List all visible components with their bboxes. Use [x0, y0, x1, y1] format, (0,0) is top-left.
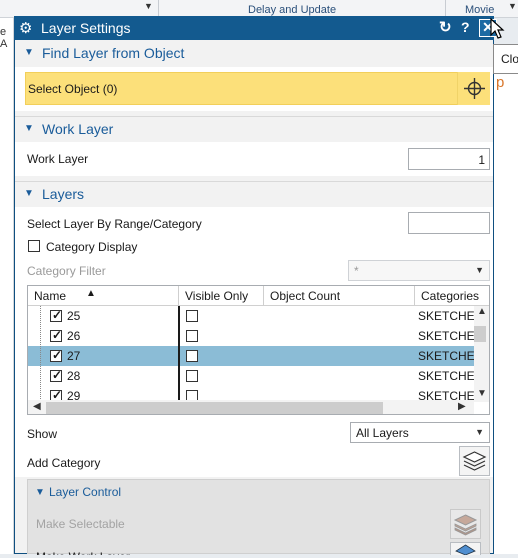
layer-name: 28 — [67, 369, 81, 383]
layer-control-group: ▼ Layer Control Make Selectable Make Wor… — [27, 479, 490, 556]
horizontal-scrollbar[interactable]: ◀ ▶ — [28, 400, 474, 414]
layer-category: SKETCHES — [418, 369, 483, 383]
column-header-name[interactable]: Name ▲ — [28, 286, 178, 306]
layer-category: SKETCHES — [418, 349, 483, 363]
category-filter-value: * — [354, 264, 359, 278]
make-work-layer-label: Make Work Layer — [36, 550, 130, 555]
work-layer-input[interactable]: 1 — [408, 148, 490, 170]
layer-name: 26 — [67, 329, 81, 343]
background-truncated-text: e A — [0, 26, 8, 50]
section-title: Find Layer from Object — [42, 45, 185, 61]
help-icon[interactable]: ? — [461, 19, 470, 35]
layer-control-title[interactable]: Layer Control — [49, 485, 121, 499]
visible-only-checkbox[interactable] — [186, 370, 198, 382]
column-header-categories[interactable]: Categories — [415, 286, 489, 306]
scroll-left-icon[interactable]: ◀ — [33, 401, 41, 412]
range-category-label: Select Layer By Range/Category — [27, 217, 202, 231]
select-object-button[interactable] — [457, 72, 490, 105]
gear-icon: ⚙ — [19, 20, 33, 37]
table-row-selected[interactable]: 27 SKETCHES — [28, 346, 483, 366]
table-row[interactable]: 25 SKETCHES — [28, 306, 483, 326]
tree-guide-line — [40, 306, 42, 401]
column-header-label: Name — [34, 289, 67, 303]
column-divider-bold — [178, 306, 180, 401]
ribbon-dropdown-arrow-icon[interactable]: ▼ — [144, 1, 153, 11]
layer-category: SKETCHES — [418, 329, 483, 343]
collapse-triangle-icon: ▼ — [24, 123, 34, 134]
scroll-up-icon[interactable]: ▲ — [477, 306, 487, 317]
range-category-input[interactable] — [408, 212, 490, 234]
select-object-label: Select Object (0) — [28, 82, 118, 96]
add-category-button[interactable] — [459, 446, 490, 476]
section-title: Work Layer — [42, 121, 114, 137]
scroll-down-icon[interactable]: ▼ — [477, 388, 487, 399]
section-title: Layers — [42, 186, 85, 202]
make-selectable-label: Make Selectable — [36, 517, 125, 531]
scrollbar-thumb[interactable] — [46, 402, 383, 414]
category-display-label: Category Display — [46, 240, 138, 254]
collapse-triangle-icon: ▼ — [24, 47, 34, 58]
vertical-scrollbar[interactable]: ▲ ▼ — [474, 306, 489, 402]
show-label: Show — [27, 427, 58, 441]
layers-icon — [462, 451, 487, 471]
table-row[interactable]: 28 SKETCHES — [28, 366, 483, 386]
show-dropdown[interactable]: All Layers ▼ — [350, 422, 490, 443]
ribbon-movie-label[interactable]: Movie — [465, 4, 494, 16]
column-header-visible-only[interactable]: Visible Only — [179, 286, 263, 306]
layers-disabled-icon — [453, 514, 478, 536]
layer-name: 27 — [67, 349, 81, 363]
layer-checkbox[interactable] — [50, 348, 62, 362]
collapse-triangle-icon: ▼ — [24, 188, 34, 199]
category-display-checkbox[interactable] — [28, 240, 40, 252]
layers-section-header[interactable]: ▼ Layers — [15, 181, 493, 207]
dialog-titlebar[interactable]: ⚙ Layer Settings ↻ ? ✕ — [14, 16, 497, 40]
background-right-panel: p — [494, 60, 518, 554]
category-filter-label: Category Filter — [27, 264, 106, 278]
dropdown-arrow-icon: ▼ — [475, 427, 484, 437]
work-layer-section-header[interactable]: ▼ Work Layer — [15, 116, 493, 142]
visible-only-checkbox[interactable] — [186, 310, 198, 322]
layer-checkbox[interactable] — [50, 328, 62, 342]
mouse-cursor-icon — [489, 17, 505, 40]
visible-only-checkbox[interactable] — [186, 350, 198, 362]
column-header-label: Visible Only — [185, 289, 249, 303]
work-layer-value: 1 — [478, 153, 485, 167]
show-value: All Layers — [356, 426, 409, 440]
layer-category: SKETCHES — [418, 309, 483, 323]
ribbon-dropdown-arrow-icon[interactable]: ▼ — [508, 1, 517, 11]
table-row[interactable]: 26 SKETCHES — [28, 326, 483, 346]
layer-checkbox[interactable] — [50, 308, 62, 322]
column-header-object-count[interactable]: Object Count — [264, 286, 414, 306]
select-object-row[interactable]: Select Object (0) — [25, 72, 490, 105]
column-header-label: Object Count — [270, 289, 341, 303]
background-left-panel: e A — [0, 18, 14, 554]
category-filter-dropdown[interactable]: * ▼ — [348, 260, 490, 281]
make-work-layer-button[interactable] — [450, 542, 481, 556]
tooltip-text: Clo — [501, 52, 518, 66]
dropdown-arrow-icon: ▼ — [475, 265, 484, 275]
close-tooltip: Clo — [493, 44, 518, 74]
find-layer-section-header[interactable]: ▼ Find Layer from Object — [15, 41, 493, 67]
work-layer-label: Work Layer — [27, 152, 89, 166]
dialog-title: Layer Settings — [41, 20, 131, 36]
reset-icon[interactable]: ↻ — [439, 18, 452, 36]
collapse-triangle-icon[interactable]: ▼ — [35, 487, 45, 498]
visible-only-checkbox[interactable] — [186, 330, 198, 342]
layer-table[interactable]: Name ▲ Visible Only Object Count Categor… — [27, 285, 490, 415]
layer-checkbox[interactable] — [50, 368, 62, 382]
scrollbar-thumb[interactable] — [474, 326, 486, 342]
sort-ascending-icon: ▲ — [86, 288, 96, 299]
layer-arrows-icon — [455, 544, 476, 556]
crosshair-icon — [464, 78, 485, 99]
ribbon-group-label: Delay and Update — [248, 4, 337, 16]
scroll-right-icon[interactable]: ▶ — [458, 401, 466, 412]
layer-name: 25 — [67, 309, 81, 323]
make-selectable-button[interactable] — [450, 509, 481, 539]
background-truncated-text: p — [496, 74, 505, 91]
column-header-label: Categories — [421, 289, 480, 303]
add-category-label: Add Category — [27, 456, 101, 470]
